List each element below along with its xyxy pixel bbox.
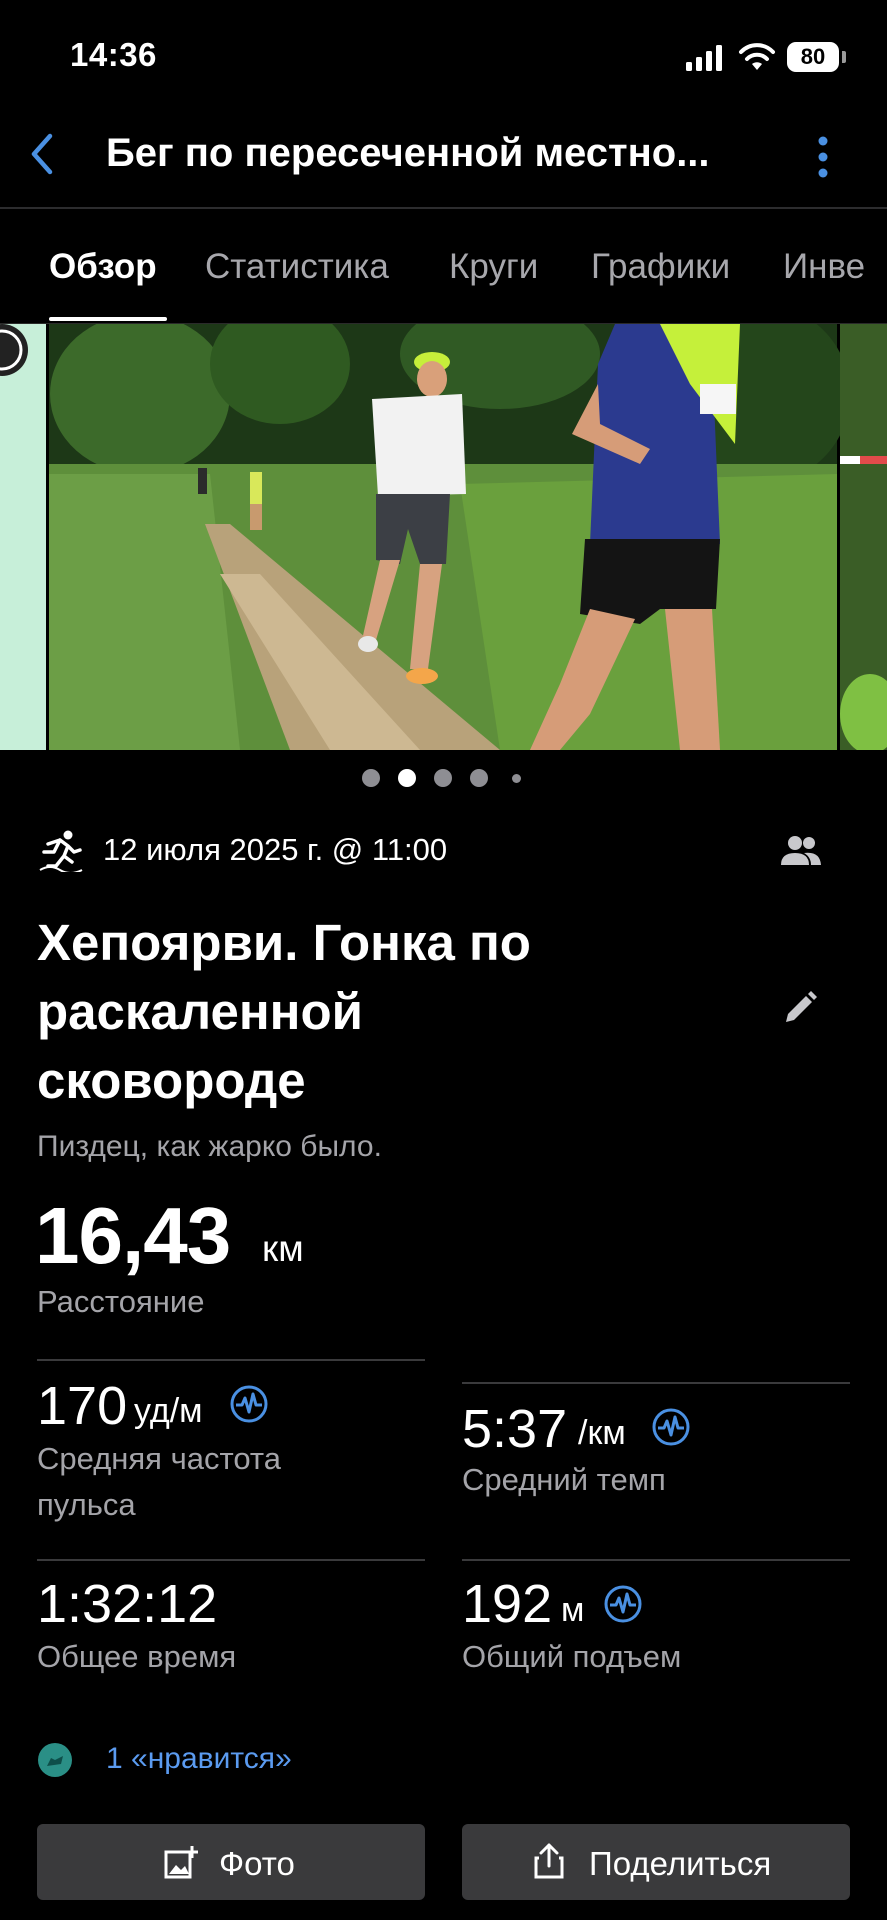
stat-divider xyxy=(462,1382,850,1384)
activity-date: 12 июля 2025 г. @ 11:00 xyxy=(103,832,448,867)
avg-pace-label: Средний темп xyxy=(462,1462,666,1497)
page-title: Бег по пересеченной местно... xyxy=(106,131,710,175)
avg-hr-value: 170 xyxy=(37,1376,128,1436)
avg-pace-unit: /км xyxy=(578,1414,626,1452)
carousel-dot-active xyxy=(398,769,416,787)
tab-overview[interactable]: Обзор xyxy=(49,247,157,287)
total-time-label: Общее время xyxy=(37,1639,237,1674)
tab-equipment[interactable]: Инве xyxy=(783,247,865,287)
heart-rate-wave-icon[interactable] xyxy=(229,1384,269,1424)
avg-hr-label: Средняя частота пульса xyxy=(37,1441,281,1522)
avg-pace-value: 5:37 xyxy=(462,1399,568,1459)
active-tab-indicator xyxy=(49,317,167,321)
like-thumb-icon[interactable] xyxy=(37,1742,73,1778)
tab-charts[interactable]: Графики xyxy=(591,247,730,287)
distance-label: Расстояние xyxy=(37,1284,205,1319)
distance-value: 16,43 xyxy=(35,1191,231,1280)
tab-laps[interactable]: Круги xyxy=(449,247,538,287)
add-photo-label: Фото xyxy=(219,1845,295,1882)
battery-indicator: 80 xyxy=(787,42,839,72)
group-icon[interactable] xyxy=(780,835,822,867)
add-photo-icon xyxy=(164,1846,198,1879)
photo-image xyxy=(0,324,887,750)
distance-unit: км xyxy=(262,1228,304,1269)
carousel-dot xyxy=(434,769,452,787)
battery-tip xyxy=(842,51,846,63)
running-icon xyxy=(39,830,83,872)
activity-title: Хепоярви. Гонка по раскаленной сковороде xyxy=(37,914,531,1109)
stat-divider xyxy=(37,1359,425,1361)
total-ascent-label: Общий подъем xyxy=(462,1639,682,1674)
stat-divider xyxy=(462,1559,850,1561)
share-button[interactable]: Поделиться xyxy=(462,1824,850,1900)
total-time-value: 1:32:12 xyxy=(37,1574,218,1634)
share-icon xyxy=(534,1843,564,1879)
back-chevron-icon[interactable] xyxy=(28,132,58,176)
more-vertical-icon[interactable] xyxy=(812,133,834,181)
edit-pencil-icon[interactable] xyxy=(782,990,818,1026)
header-divider xyxy=(0,207,887,209)
wifi-icon xyxy=(739,43,775,70)
avg-hr-unit: уд/м xyxy=(134,1392,203,1430)
pace-wave-icon[interactable] xyxy=(651,1407,691,1447)
total-ascent-unit: м xyxy=(561,1591,585,1629)
ascent-wave-icon[interactable] xyxy=(603,1584,643,1624)
carousel-dot xyxy=(512,774,521,783)
carousel-dot xyxy=(470,769,488,787)
photo-carousel[interactable] xyxy=(0,324,887,750)
stat-divider xyxy=(37,1559,425,1561)
cellular-signal-icon xyxy=(686,45,722,71)
likes-link[interactable]: 1 «нравится» xyxy=(106,1742,292,1776)
total-ascent-value: 192 xyxy=(462,1574,553,1634)
carousel-dot xyxy=(362,769,380,787)
status-time: 14:36 xyxy=(70,36,157,73)
activity-description: Пиздец, как жарко было. xyxy=(37,1130,382,1163)
add-photo-button[interactable]: Фото xyxy=(37,1824,425,1900)
share-label: Поделиться xyxy=(589,1845,772,1882)
tab-statistics[interactable]: Статистика xyxy=(205,247,389,287)
